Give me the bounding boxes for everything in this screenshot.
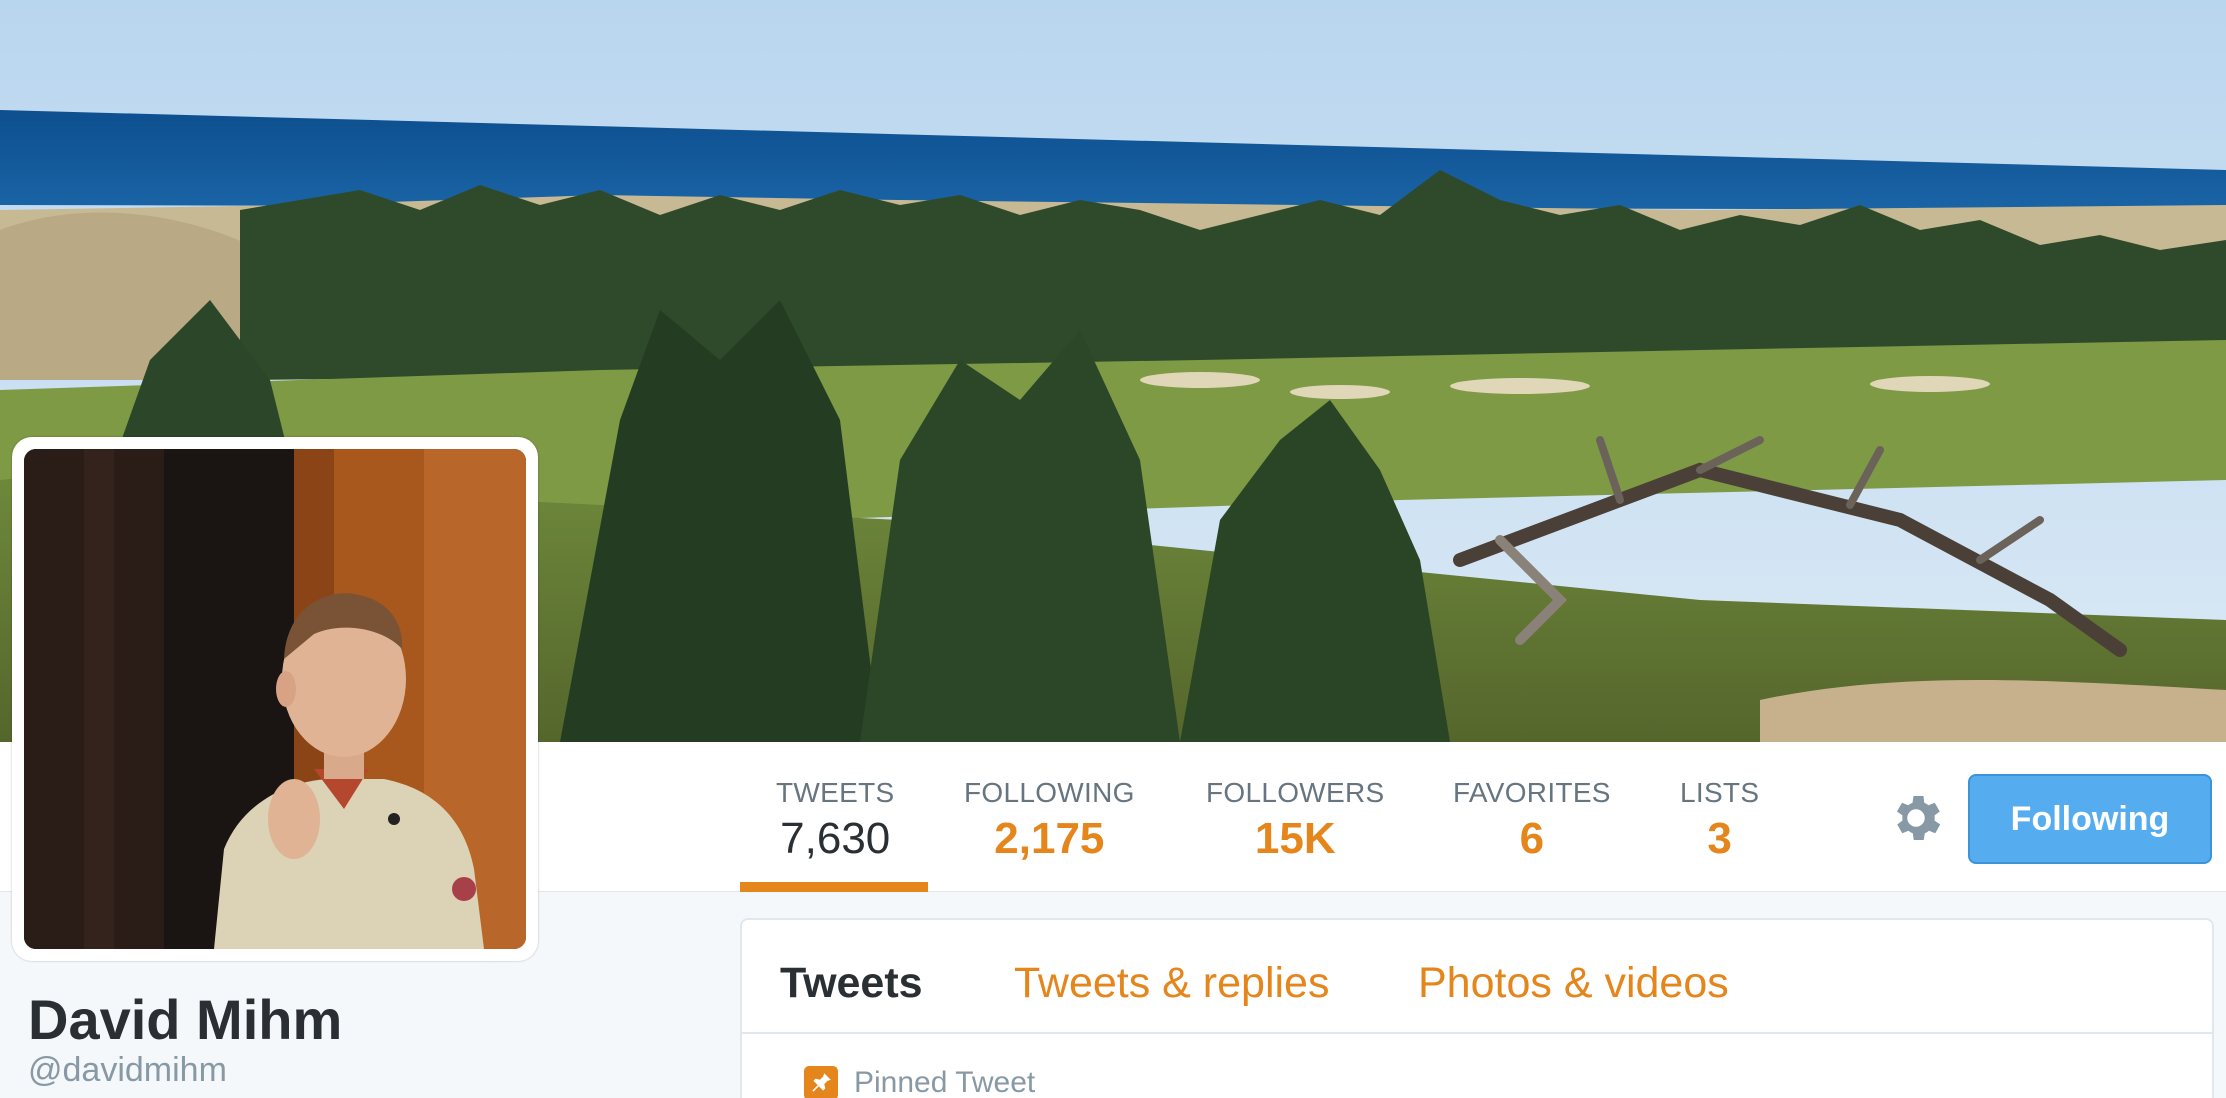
stat-favorites[interactable]: FAVORITES 6 — [1453, 776, 1611, 866]
gear-icon[interactable] — [1886, 788, 1946, 848]
pinned-tweet-label: Pinned Tweet — [854, 1066, 1036, 1098]
avatar-photo — [24, 449, 526, 949]
stat-lists-label: LISTS — [1680, 777, 1760, 808]
stat-followers-value: 15K — [1254, 814, 1336, 863]
active-stat-underline — [740, 882, 928, 892]
tab-tweets-replies[interactable]: Tweets & replies — [1014, 958, 1329, 1008]
stat-following-value: 2,175 — [994, 814, 1105, 863]
tab-photos-videos[interactable]: Photos & videos — [1418, 958, 1729, 1008]
stat-following[interactable]: FOLLOWING 2,175 — [964, 776, 1135, 866]
stat-favorites-label: FAVORITES — [1453, 777, 1611, 808]
stat-lists-value: 3 — [1707, 814, 1732, 863]
pinned-tweet-header: Pinned Tweet — [804, 1066, 1035, 1098]
stat-favorites-value: 6 — [1519, 814, 1545, 863]
stat-lists[interactable]: LISTS 3 — [1680, 776, 1759, 866]
following-button[interactable]: Following — [1968, 774, 2212, 864]
stat-tweets-label: TWEETS — [776, 777, 895, 808]
timeline-card: Tweets Tweets & replies Photos & videos … — [740, 918, 2214, 1098]
stat-followers[interactable]: FOLLOWERS 15K — [1206, 776, 1385, 866]
tab-tweets[interactable]: Tweets — [780, 958, 923, 1008]
stat-followers-label: FOLLOWERS — [1206, 777, 1385, 808]
profile-name: David Mihm — [28, 988, 343, 1051]
profile-handle[interactable]: @davidmihm — [28, 1050, 227, 1090]
stat-following-label: FOLLOWING — [964, 777, 1135, 808]
pin-icon — [804, 1066, 838, 1098]
stat-tweets-value: 7,630 — [780, 814, 891, 863]
stat-tweets[interactable]: TWEETS 7,630 — [776, 776, 894, 866]
timeline-tabs: Tweets Tweets & replies Photos & videos — [742, 920, 2212, 1034]
avatar[interactable] — [12, 437, 538, 961]
